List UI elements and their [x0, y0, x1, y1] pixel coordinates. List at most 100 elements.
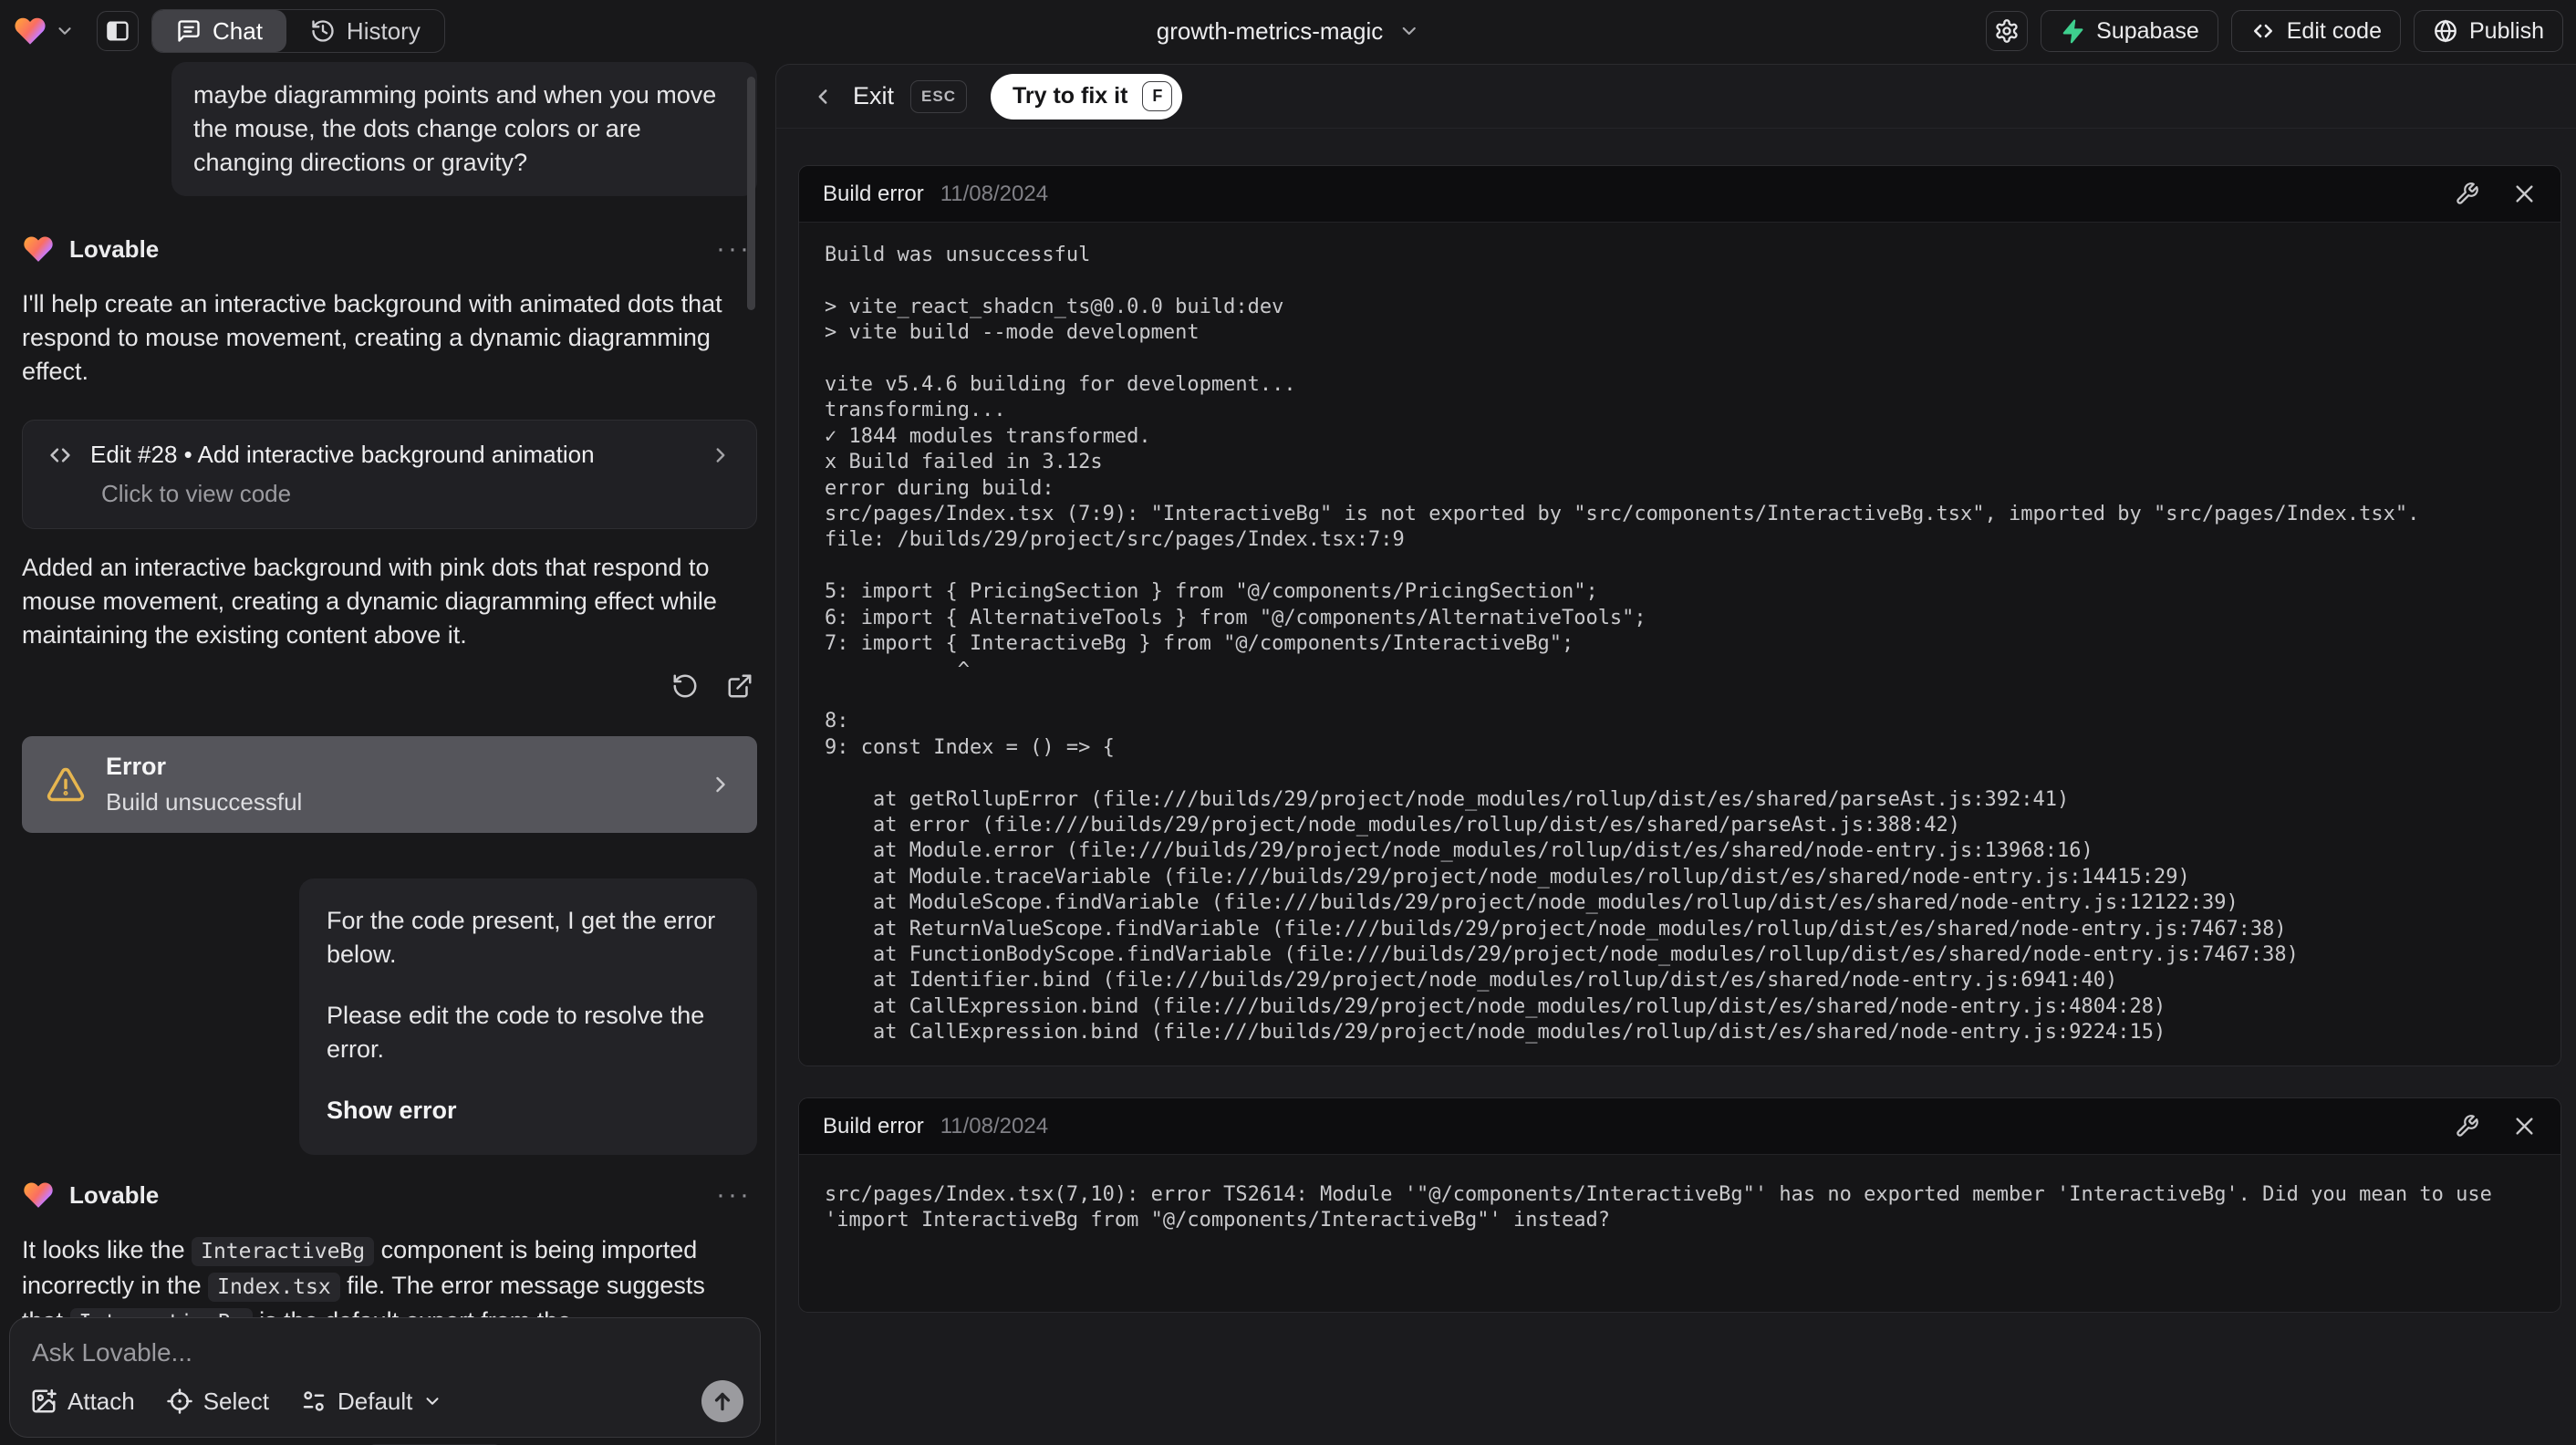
assistant-summary-text: Added an interactive background with pin… — [22, 554, 717, 649]
restore-button[interactable] — [671, 672, 699, 700]
show-error-link[interactable]: Show error — [327, 1094, 730, 1128]
sliders-icon — [303, 1391, 325, 1411]
assistant-name: Lovable — [69, 234, 160, 263]
chat-history-tabs: Chat History — [151, 9, 445, 53]
warning-triangle-icon — [47, 767, 85, 802]
publish-button[interactable]: Publish — [2414, 10, 2563, 52]
assistant-message-header: Lovable ··· — [22, 1179, 757, 1211]
supabase-button[interactable]: Supabase — [2041, 10, 2218, 52]
build-error-title: Build error — [823, 181, 924, 206]
try-to-fix-button[interactable]: Try to fix it F — [990, 73, 1183, 120]
edit-card-subtitle: Click to view code — [101, 480, 292, 507]
fix-wrench-button[interactable] — [2455, 1114, 2479, 1138]
close-error-button[interactable] — [2512, 182, 2537, 206]
chat-panel: maybe diagramming points and when you mo… — [0, 60, 768, 1445]
lovable-logo-menu[interactable] — [13, 14, 75, 48]
send-button[interactable] — [701, 1380, 743, 1422]
mode-selector[interactable]: Default — [300, 1388, 442, 1416]
edit-card-title: Edit #28 • Add interactive background an… — [90, 441, 595, 468]
back-chevron-icon[interactable] — [811, 85, 835, 109]
restore-icon — [673, 674, 697, 698]
chevron-down-icon — [58, 27, 71, 35]
close-error-button[interactable] — [2512, 1114, 2537, 1138]
edit-card-28[interactable]: Edit #28 • Add interactive background an… — [22, 420, 757, 529]
project-switcher[interactable]: growth-metrics-magic — [1157, 0, 1420, 62]
sidebar-panel-icon — [107, 21, 129, 41]
user-message-line: For the code present, I get the error be… — [327, 907, 716, 968]
build-error-console: src/pages/Index.tsx(7,10): error TS2614:… — [799, 1155, 2560, 1262]
attach-image-icon — [32, 1388, 57, 1413]
tab-history-label: History — [346, 16, 421, 45]
assistant-intro-text: I'll help create an interactive backgrou… — [22, 290, 722, 385]
select-label: Select — [203, 1387, 269, 1415]
f-key-badge: F — [1142, 81, 1173, 111]
close-icon — [2516, 185, 2533, 203]
attach-label: Attach — [68, 1387, 135, 1415]
tab-history[interactable]: History — [286, 10, 444, 52]
toggle-sidebar-button[interactable] — [97, 11, 139, 51]
more-options-icon[interactable]: ··· — [716, 1181, 757, 1209]
close-icon — [2516, 1118, 2533, 1135]
assistant-message-header: Lovable ··· — [22, 233, 757, 265]
lovable-heart-icon — [15, 17, 46, 45]
edit-code-label: Edit code — [2286, 17, 2382, 44]
history-icon — [312, 20, 334, 42]
chevron-down-icon — [1402, 26, 1416, 36]
user-message: maybe diagramming points and when you mo… — [171, 62, 757, 196]
exit-button[interactable]: Exit — [853, 82, 894, 110]
assistant-name: Lovable — [69, 1180, 160, 1209]
code-icon — [2253, 24, 2272, 38]
build-error-header: Build error 11/08/2024 — [799, 166, 2560, 223]
error-card-title: Error — [106, 753, 167, 780]
supabase-bolt-icon — [2062, 19, 2083, 44]
message-actions — [22, 672, 757, 700]
globe-icon — [2435, 19, 2457, 43]
mode-label: Default — [337, 1387, 413, 1415]
fix-wrench-button[interactable] — [2455, 182, 2479, 206]
esc-key-badge: ESC — [910, 79, 967, 113]
build-error-date: 11/08/2024 — [940, 181, 1049, 206]
build-error-card[interactable]: Error Build unsuccessful — [22, 736, 757, 833]
lovable-avatar — [24, 236, 53, 262]
build-error-date: 11/08/2024 — [940, 1113, 1049, 1138]
chevron-right-icon — [716, 447, 725, 463]
user-message: For the code present, I get the error be… — [299, 878, 757, 1155]
error-fix-panel: Exit ESC Try to fix it F Build error 11/… — [775, 64, 2576, 1445]
open-preview-button[interactable] — [726, 672, 753, 700]
error-card-subtitle: Build unsuccessful — [106, 788, 303, 816]
build-error-panel-2: Build error 11/08/2024 src/pages/Index.t… — [798, 1097, 2561, 1313]
settings-button[interactable] — [1986, 11, 2029, 51]
select-element-button[interactable]: Select — [166, 1388, 269, 1416]
console-output: Build was unsuccessful > vite_react_shad… — [825, 244, 2420, 1045]
fix-panel-header: Exit ESC Try to fix it F — [776, 65, 2576, 129]
wrench-icon — [2457, 1115, 2478, 1137]
tab-chat[interactable]: Chat — [152, 10, 286, 52]
topbar: Chat History growth-metrics-magic Supaba… — [0, 0, 2576, 62]
external-link-icon — [728, 674, 752, 698]
build-error-panel-1: Build error 11/08/2024 Build was unsucce… — [798, 165, 2561, 1066]
user-message-line: Please edit the code to resolve the erro… — [327, 1002, 705, 1063]
try-to-fix-label: Try to fix it — [1012, 83, 1128, 109]
chevron-right-icon — [716, 776, 725, 793]
publish-label: Publish — [2469, 17, 2544, 44]
chat-scrollbar-thumb[interactable] — [747, 77, 755, 310]
gear-icon — [1996, 19, 2018, 43]
build-error-title: Build error — [823, 1113, 924, 1138]
build-error-header: Build error 11/08/2024 — [799, 1098, 2560, 1155]
crosshair-icon — [166, 1388, 192, 1414]
chat-bubble-icon — [178, 20, 200, 42]
wrench-icon — [2457, 182, 2478, 204]
project-name: growth-metrics-magic — [1156, 16, 1384, 45]
edit-code-button[interactable]: Edit code — [2230, 10, 2401, 52]
attach-button[interactable]: Attach — [30, 1388, 135, 1416]
composer-placeholder[interactable]: Ask Lovable... — [32, 1338, 738, 1367]
tab-chat-label: Chat — [213, 16, 263, 45]
arrow-up-icon — [714, 1392, 731, 1411]
lovable-avatar — [24, 1182, 53, 1208]
assistant-fix-action-text: Let's fix the import statement in Index.… — [22, 1440, 752, 1445]
console-output: src/pages/Index.tsx(7,10): error TS2614:… — [825, 1183, 2505, 1232]
chat-composer[interactable]: Ask Lovable... Attach Select Default — [9, 1317, 761, 1438]
build-error-console: Build was unsuccessful > vite_react_shad… — [799, 223, 2560, 1066]
chevron-down-icon — [426, 1398, 439, 1405]
code-icon — [50, 447, 70, 463]
